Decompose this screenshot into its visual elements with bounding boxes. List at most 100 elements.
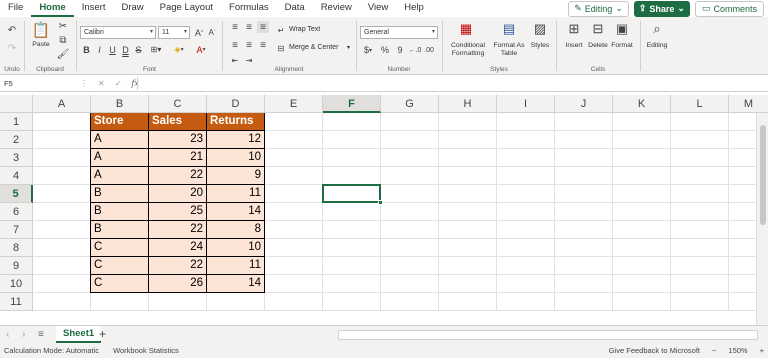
font-name-select[interactable]: Calibri ▾ <box>80 26 156 39</box>
table-cell[interactable]: 11 <box>207 257 265 275</box>
menu-tab-page-layout[interactable]: Page Layout <box>152 0 221 17</box>
table-cell[interactable]: 9 <box>207 167 265 185</box>
sheet-tab-sheet1[interactable]: Sheet1 <box>56 326 102 343</box>
strikethrough-icon[interactable]: S <box>133 43 144 56</box>
comma-style-button[interactable]: 9 <box>394 44 406 56</box>
row-header-5[interactable]: 5 <box>0 185 33 203</box>
row-header-11[interactable]: 11 <box>0 293 33 311</box>
column-header-d[interactable]: D <box>207 95 265 113</box>
table-cell[interactable]: C <box>91 239 149 257</box>
conditional-formatting-icon[interactable]: ▦ <box>457 20 475 38</box>
table-cell[interactable]: B <box>91 185 149 203</box>
column-header-i[interactable]: I <box>497 95 555 113</box>
menu-tab-insert[interactable]: Insert <box>74 0 114 17</box>
column-header-k[interactable]: K <box>613 95 671 113</box>
insert-cells-icon[interactable]: ⊞ <box>565 20 583 38</box>
select-all-corner[interactable] <box>0 95 33 113</box>
zoom-in-icon[interactable]: + <box>760 343 764 358</box>
column-header-m[interactable]: M <box>729 95 768 113</box>
table-cell[interactable]: C <box>91 257 149 275</box>
table-cell[interactable]: 12 <box>207 131 265 149</box>
name-box[interactable]: F5 <box>2 77 74 90</box>
vertical-scroll-thumb[interactable] <box>760 125 766 225</box>
table-cell[interactable]: 11 <box>207 185 265 203</box>
chevron-left-icon[interactable]: ‹ <box>6 326 9 344</box>
menu-tab-help[interactable]: Help <box>396 0 432 17</box>
search-icon[interactable]: ⌕ <box>648 20 666 38</box>
percent-button[interactable]: % <box>379 44 391 56</box>
italic-icon[interactable]: I <box>94 43 105 56</box>
column-header-a[interactable]: A <box>33 95 91 113</box>
column-header-b[interactable]: B <box>91 95 149 113</box>
format-cells-icon[interactable]: ▣ <box>613 20 631 38</box>
fill-handle[interactable] <box>378 200 383 205</box>
number-format-select[interactable]: General ▾ <box>360 26 438 39</box>
cell-styles-button[interactable]: Styles <box>527 42 553 50</box>
currency-button[interactable]: $ ▾ <box>361 44 375 56</box>
column-header-f[interactable]: F <box>323 95 381 113</box>
table-header-cell[interactable]: Returns <box>207 113 265 131</box>
increase-font-icon[interactable]: A ^ <box>193 26 205 39</box>
menu-tab-formulas[interactable]: Formulas <box>221 0 277 17</box>
more-options-icon[interactable]: ⋮ <box>80 79 88 88</box>
column-header-h[interactable]: H <box>439 95 497 113</box>
column-header-j[interactable]: J <box>555 95 613 113</box>
table-cell[interactable]: 22 <box>149 167 207 185</box>
feedback-link[interactable]: Give Feedback to Microsoft <box>609 343 700 358</box>
format-as-table-icon[interactable]: ▤ <box>500 20 518 38</box>
editing-mode-button[interactable]: ✎ Editing ⌄ <box>568 0 629 17</box>
enter-icon[interactable]: ✓ <box>115 79 122 88</box>
wrap-text-icon[interactable]: ↵ <box>276 25 286 35</box>
active-cell-selection[interactable] <box>322 184 381 203</box>
chevron-right-icon[interactable]: › <box>22 326 25 344</box>
table-cell[interactable]: 26 <box>149 275 207 293</box>
bold-icon[interactable]: B <box>81 43 92 56</box>
row-header-9[interactable]: 9 <box>0 257 33 275</box>
table-cell[interactable]: 8 <box>207 221 265 239</box>
table-cell[interactable]: 22 <box>149 221 207 239</box>
table-cell[interactable]: 21 <box>149 149 207 167</box>
workbook-statistics[interactable]: Workbook Statistics <box>113 343 179 358</box>
cancel-icon[interactable]: ✕ <box>98 79 105 88</box>
row-header-6[interactable]: 6 <box>0 203 33 221</box>
decrease-decimal-icon[interactable]: .00 <box>423 44 435 56</box>
redo-icon[interactable]: ↷ <box>5 41 19 55</box>
align-top-icon[interactable]: ≡ <box>229 21 241 33</box>
menu-tab-data[interactable]: Data <box>277 0 313 17</box>
table-cell[interactable]: C <box>91 275 149 293</box>
column-header-g[interactable]: G <box>381 95 439 113</box>
conditional-formatting-button[interactable]: Conditional Formatting <box>443 42 493 58</box>
cell-styles-icon[interactable]: ▨ <box>531 20 549 38</box>
share-button[interactable]: ⇪ Share ⌄ <box>633 0 690 17</box>
row-header-4[interactable]: 4 <box>0 167 33 185</box>
row-header-3[interactable]: 3 <box>0 149 33 167</box>
font-size-select[interactable]: 11 ▾ <box>158 26 190 39</box>
row-header-8[interactable]: 8 <box>0 239 33 257</box>
table-cell[interactable]: 22 <box>149 257 207 275</box>
editing-button[interactable]: Editing <box>641 42 673 50</box>
worksheet-grid[interactable]: A B C D E F G H I J K L M 1 2 3 4 5 6 7 8 9 10 11 Store Sales Retu… <box>0 95 768 325</box>
double-underline-icon[interactable]: D <box>120 43 131 56</box>
undo-icon[interactable]: ↶ <box>5 23 19 37</box>
table-cell[interactable]: 14 <box>207 203 265 221</box>
underline-icon[interactable]: U <box>107 43 118 56</box>
table-header-cell[interactable]: Store <box>91 113 149 131</box>
table-cell[interactable]: A <box>91 131 149 149</box>
decrease-font-icon[interactable]: Aˇ <box>206 26 218 39</box>
column-header-l[interactable]: L <box>671 95 729 113</box>
table-cell[interactable]: A <box>91 167 149 185</box>
fill-color-icon[interactable]: ◈ ▾ <box>169 43 189 56</box>
font-color-icon[interactable]: A ▾ <box>191 43 211 56</box>
table-cell[interactable]: 23 <box>149 131 207 149</box>
menu-tab-draw[interactable]: Draw <box>113 0 151 17</box>
decrease-indent-icon[interactable]: ⇤ <box>229 55 241 65</box>
column-header-e[interactable]: E <box>265 95 323 113</box>
merge-center-button[interactable]: Merge & Center <box>289 44 338 51</box>
align-right-icon[interactable]: ≡ <box>257 39 269 51</box>
table-cell[interactable]: B <box>91 221 149 239</box>
menu-tab-file[interactable]: File <box>0 0 31 17</box>
format-as-table-button[interactable]: Format As Table <box>491 42 527 58</box>
vertical-scrollbar[interactable] <box>756 113 768 326</box>
table-cell[interactable]: 20 <box>149 185 207 203</box>
menu-tab-home[interactable]: Home <box>31 0 74 17</box>
